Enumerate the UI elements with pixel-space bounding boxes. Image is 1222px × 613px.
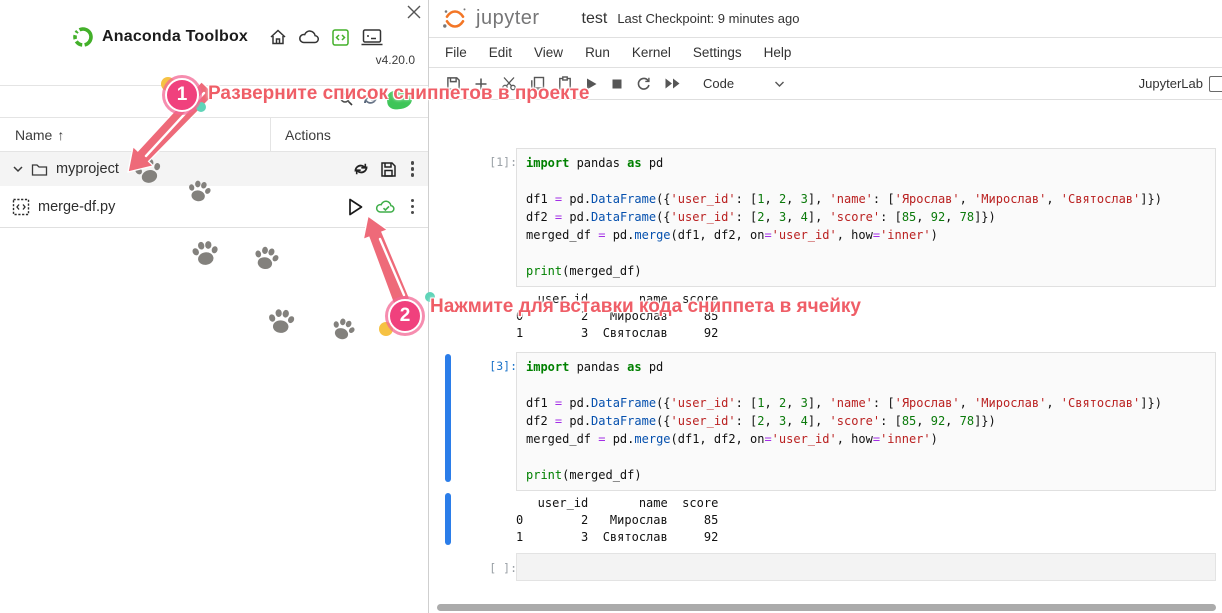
jupyter-logo-icon <box>442 6 468 32</box>
cell1-input[interactable]: import pandas as pd df1 = pd.DataFrame({… <box>516 148 1216 287</box>
cloud-synced-icon[interactable] <box>375 198 397 215</box>
app-title: Anaconda Toolbox <box>102 28 248 46</box>
version-label: v4.20.0 <box>376 53 415 67</box>
run-snippet-icon[interactable] <box>346 197 365 217</box>
anaconda-logo-icon <box>72 26 94 48</box>
code-box-icon[interactable] <box>331 28 350 47</box>
empty-cell-prompt: [ ]: <box>477 561 517 575</box>
sync-icon[interactable] <box>352 161 370 177</box>
home-icon[interactable] <box>268 27 288 47</box>
name-column-header[interactable]: Name↑ <box>15 127 64 143</box>
actions-column-header: Actions <box>285 127 331 143</box>
project-row-myproject[interactable]: myproject <box>0 152 428 186</box>
restart-run-all-icon[interactable] <box>657 77 687 90</box>
console-icon[interactable] <box>360 28 384 47</box>
menu-edit[interactable]: Edit <box>478 38 523 67</box>
restart-icon[interactable] <box>629 76 657 91</box>
paw-print-decoration <box>184 176 214 206</box>
menu-settings[interactable]: Settings <box>682 38 753 67</box>
paw-print-decoration <box>188 236 222 270</box>
folder-icon <box>31 162 48 177</box>
more-menu-icon[interactable] <box>407 197 419 217</box>
menu-run[interactable]: Run <box>574 38 621 67</box>
step2-annotation-text: Нажмите для вставки кода сниппета в ячей… <box>430 296 861 318</box>
step1-badge: 1 <box>165 78 199 112</box>
menu-help[interactable]: Help <box>753 38 803 67</box>
cloud-icon[interactable] <box>298 27 321 47</box>
cell3-output: user_id name score 0 2 Мирослав 85 1 3 С… <box>516 495 718 546</box>
save-icon[interactable] <box>380 161 397 178</box>
step1-annotation-text: Разверните список сниппетов в проекте <box>208 83 589 105</box>
menu-view[interactable]: View <box>523 38 574 67</box>
chevron-down-icon[interactable] <box>12 163 24 175</box>
horizontal-scrollbar[interactable] <box>437 604 1216 611</box>
menu-kernel[interactable]: Kernel <box>621 38 682 67</box>
cell3-input-prompt: [3]: <box>477 359 517 373</box>
file-row-merge-df[interactable]: merge-df.py <box>0 186 428 228</box>
code-file-icon <box>12 198 30 216</box>
active-cell-collapser[interactable] <box>445 354 451 482</box>
menu-file[interactable]: File <box>434 38 478 67</box>
file-table-header: Name↑ Actions <box>0 117 428 152</box>
cell1-input-prompt: [1]: <box>477 155 517 169</box>
chevron-down-icon[interactable] <box>774 80 785 88</box>
step2-badge: 2 <box>388 299 422 333</box>
paw-print-decoration <box>265 305 297 337</box>
stop-icon[interactable] <box>604 78 629 90</box>
close-icon[interactable] <box>406 2 426 22</box>
cell3-input[interactable]: import pandas as pd df1 = pd.DataFrame({… <box>516 352 1216 491</box>
jupyterlab-logo-icon <box>1209 76 1222 92</box>
project-name: myproject <box>56 161 119 177</box>
file-name: merge-df.py <box>38 199 115 215</box>
cell-type-dropdown[interactable]: Code <box>703 76 734 91</box>
sort-asc-icon: ↑ <box>57 127 64 143</box>
column-divider <box>270 118 271 152</box>
brand-row: Anaconda Toolbox <box>72 26 384 48</box>
jupyter-menubar: File Edit View Run Kernel Settings Help <box>429 38 1222 68</box>
jupyter-header: jupyter test Last Checkpoint: 9 minutes … <box>429 0 1222 38</box>
empty-cell-input[interactable] <box>516 553 1216 581</box>
brand-nav-icons <box>268 27 384 47</box>
decorative-dot <box>196 102 206 112</box>
app-window: Anaconda Toolbox v4.20.0 <box>0 0 1222 613</box>
active-cell-output-collapser[interactable] <box>445 493 451 545</box>
paw-print-decoration <box>249 241 282 274</box>
jupyterlab-label[interactable]: JupyterLab <box>1139 76 1203 91</box>
paw-print-decoration <box>327 313 360 346</box>
checkpoint-label: Last Checkpoint: 9 minutes ago <box>617 11 799 26</box>
more-menu-icon[interactable] <box>407 159 419 179</box>
jupyter-wordmark: jupyter <box>476 7 540 30</box>
notebook-title[interactable]: test <box>582 10 608 28</box>
